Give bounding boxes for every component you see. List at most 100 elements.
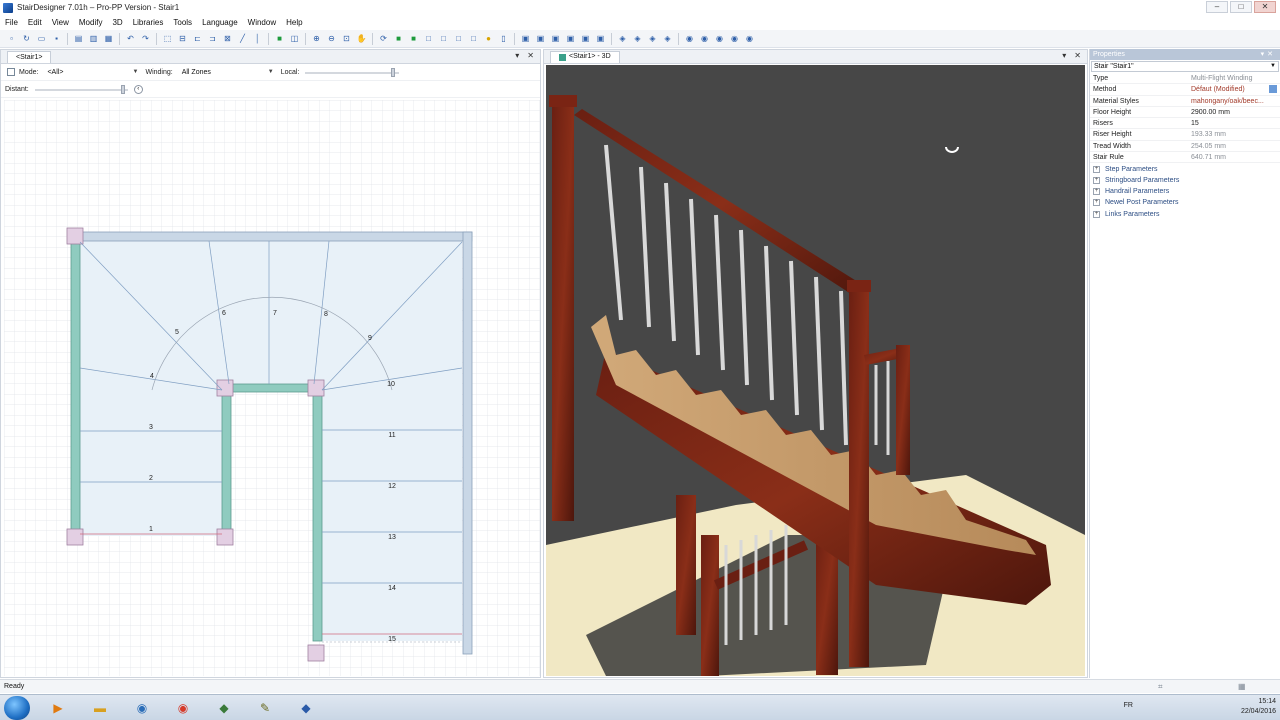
- menu-language[interactable]: Language: [197, 18, 243, 27]
- menu-tools[interactable]: Tools: [168, 18, 197, 27]
- tab-stair1-3d[interactable]: <Stair1> - 3D: [550, 50, 620, 63]
- view-green-icon[interactable]: ■: [393, 33, 405, 45]
- open-folder-icon[interactable]: ▭: [36, 33, 48, 45]
- menu-3d[interactable]: 3D: [107, 18, 127, 27]
- property-row[interactable]: Method Défaut (Modified): [1090, 84, 1280, 96]
- print-preview-icon[interactable]: ▥: [88, 33, 100, 45]
- property-row[interactable]: Tread Width 254.05 mm: [1090, 141, 1280, 153]
- view-right-icon[interactable]: ▣: [565, 33, 577, 45]
- orbit1-icon[interactable]: ◉: [684, 33, 696, 45]
- browser-ie-icon[interactable]: ◉: [124, 697, 160, 719]
- new-file-icon[interactable]: ▫: [6, 33, 18, 45]
- minimize-button[interactable]: –: [1206, 1, 1228, 13]
- bulb-icon[interactable]: ●: [483, 33, 495, 45]
- menu-window[interactable]: Window: [243, 18, 281, 27]
- maximize-button[interactable]: □: [1230, 1, 1252, 13]
- zoom-out-icon[interactable]: ⊖: [326, 33, 338, 45]
- dropdown-arrow-icon[interactable]: ▾: [515, 51, 519, 60]
- property-row[interactable]: Material Styles mahongany/oak/beec...: [1090, 96, 1280, 107]
- tab-stair1-plan[interactable]: <Stair1>: [7, 50, 52, 63]
- zoom-window-icon[interactable]: ⊡: [341, 33, 353, 45]
- newel-post[interactable]: [66, 528, 84, 546]
- undo-icon[interactable]: ↶: [125, 33, 137, 45]
- view-box3-icon[interactable]: □: [453, 33, 465, 45]
- view-front-icon[interactable]: ▣: [520, 33, 532, 45]
- local-slider[interactable]: [305, 67, 400, 77]
- iso-view4-icon[interactable]: ◈: [662, 33, 674, 45]
- iso-view1-icon[interactable]: ◈: [617, 33, 629, 45]
- stairdesigner-icon[interactable]: ◆: [206, 697, 242, 719]
- menu-edit[interactable]: Edit: [23, 18, 47, 27]
- view-left-icon[interactable]: ▣: [550, 33, 562, 45]
- menu-view[interactable]: View: [47, 18, 74, 27]
- orbit3-icon[interactable]: ◉: [714, 33, 726, 45]
- block-tool-icon[interactable]: ■: [274, 33, 286, 45]
- flight-tool-icon[interactable]: ⊏: [192, 33, 204, 45]
- property-row[interactable]: Risers 15: [1090, 118, 1280, 130]
- app-active-icon[interactable]: ◆: [288, 697, 324, 719]
- post-icon[interactable]: ▯: [498, 33, 510, 45]
- stair-tool-icon[interactable]: ⊟: [177, 33, 189, 45]
- distant-slider[interactable]: [34, 84, 128, 94]
- newel-post[interactable]: [216, 528, 234, 546]
- dropdown-arrow-icon[interactable]: ▾: [1062, 51, 1066, 60]
- panel-close-icon[interactable]: ✕: [1074, 51, 1081, 60]
- menu-help[interactable]: Help: [281, 18, 307, 27]
- property-row[interactable]: Floor Height 2900.00 mm: [1090, 107, 1280, 119]
- panel-controls-icon[interactable]: ▾✕: [1261, 49, 1276, 60]
- grid-icon[interactable]: ▦: [1238, 680, 1246, 694]
- collapse-left-icon[interactable]: ‹: [133, 84, 143, 94]
- local-slider-thumb[interactable]: [391, 67, 396, 77]
- menu-modify[interactable]: Modify: [74, 18, 108, 27]
- newel-post[interactable]: [216, 379, 234, 397]
- start-button[interactable]: [4, 696, 30, 720]
- view-bottom-icon[interactable]: ▣: [595, 33, 607, 45]
- newel-post[interactable]: [66, 227, 84, 245]
- page-setup-icon[interactable]: ▦: [103, 33, 115, 45]
- view-box1-icon[interactable]: □: [423, 33, 435, 45]
- zoom-in-icon[interactable]: ⊕: [311, 33, 323, 45]
- save-icon[interactable]: ▪: [51, 33, 63, 45]
- snap-icon[interactable]: ⌗: [1158, 680, 1163, 694]
- group-newel-post-parameters[interactable]: + Newel Post Parameters: [1090, 197, 1280, 208]
- mode-select[interactable]: <All> ▼: [44, 67, 139, 78]
- line-tool-icon[interactable]: ╱: [237, 33, 249, 45]
- layer-tool-icon[interactable]: ◫: [289, 33, 301, 45]
- select-tool-icon[interactable]: ⬚: [162, 33, 174, 45]
- file-explorer-icon[interactable]: ▬: [82, 697, 118, 719]
- edit-method-icon[interactable]: [1269, 85, 1277, 94]
- close-button[interactable]: ✕: [1254, 1, 1276, 13]
- landing-tool-icon[interactable]: ⊠: [222, 33, 234, 45]
- view-green2-icon[interactable]: ■: [408, 33, 420, 45]
- pan-icon[interactable]: ✋: [356, 33, 368, 45]
- view-box2-icon[interactable]: □: [438, 33, 450, 45]
- view-back-icon[interactable]: ▣: [535, 33, 547, 45]
- refresh-icon[interactable]: ↻: [21, 33, 33, 45]
- menu-file[interactable]: File: [0, 18, 23, 27]
- 3d-stair-render[interactable]: [546, 65, 1085, 676]
- property-row[interactable]: Stair Rule 640.71 mm: [1090, 152, 1280, 164]
- group-links-parameters[interactable]: + Links Parameters: [1090, 209, 1280, 220]
- iso-view2-icon[interactable]: ◈: [632, 33, 644, 45]
- orbit2-icon[interactable]: ◉: [699, 33, 711, 45]
- group-stringboard-parameters[interactable]: + Stringboard Parameters: [1090, 175, 1280, 186]
- app-tool-icon[interactable]: ✎: [247, 697, 283, 719]
- group-handrail-parameters[interactable]: + Handrail Parameters: [1090, 186, 1280, 197]
- language-indicator[interactable]: FR: [1124, 701, 1133, 711]
- clock-time[interactable]: 15:14: [1241, 697, 1276, 707]
- view-box4-icon[interactable]: □: [468, 33, 480, 45]
- newel-post[interactable]: [307, 379, 325, 397]
- orbit5-icon[interactable]: ◉: [744, 33, 756, 45]
- winding-select[interactable]: All Zones ▼: [179, 67, 275, 78]
- stair-plan-drawing[interactable]: 1 2 3 4 5 6 7 8 9 10 11 12 13 14 15: [4, 100, 540, 676]
- regenerate-icon[interactable]: ⟳: [378, 33, 390, 45]
- orbit4-icon[interactable]: ◉: [729, 33, 741, 45]
- property-row[interactable]: Type Multi-Flight Winding: [1090, 73, 1280, 85]
- object-selector[interactable]: Stair "Stair1" ▼: [1091, 61, 1279, 72]
- iso-view3-icon[interactable]: ◈: [647, 33, 659, 45]
- newel-post[interactable]: [307, 644, 325, 662]
- winder-tool-icon[interactable]: ⊐: [207, 33, 219, 45]
- print-icon[interactable]: ▤: [73, 33, 85, 45]
- property-row[interactable]: Riser Height 193.33 mm: [1090, 129, 1280, 141]
- post-tool-icon[interactable]: │: [252, 33, 264, 45]
